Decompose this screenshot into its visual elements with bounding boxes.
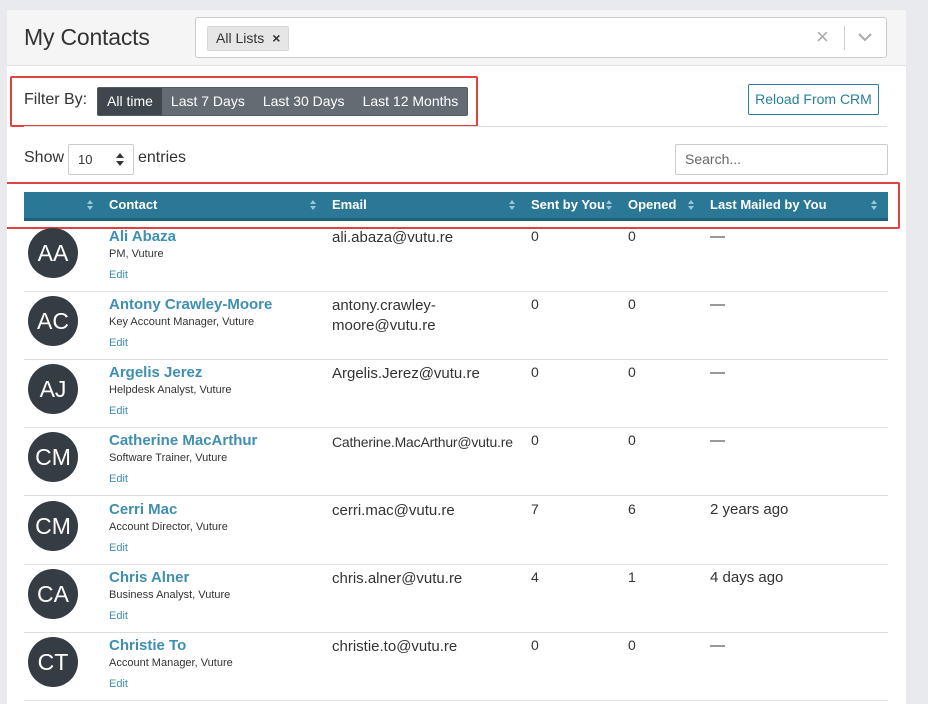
filter-label: Filter By: [24,91,88,108]
contact-name-link[interactable]: Cerri Mac [109,501,177,518]
contact-email: antony.crawley-moore@vutu.re [332,297,436,334]
contact-name-link[interactable]: Christie To [109,637,186,654]
page-title: My Contacts [24,24,150,50]
contact-role: Helpdesk Analyst, Vuture [109,384,232,396]
contact-role: Software Trainer, Vuture [109,452,228,464]
edit-link[interactable]: Edit [109,678,128,690]
column-header-sent[interactable]: Sent by You [531,192,605,218]
clear-selection-icon[interactable]: × [816,24,829,50]
opened-count: 0 [628,364,636,380]
last-mailed: — [710,432,725,449]
sent-count: 0 [531,296,539,312]
edit-link[interactable]: Edit [109,337,128,349]
edit-link[interactable]: Edit [109,473,128,485]
list-select[interactable]: All Lists × × [195,17,887,58]
table-row: CT Christie To Account Manager, Vuture E… [24,633,888,701]
sort-icon[interactable] [310,200,316,210]
column-header-opened[interactable]: Opened [628,192,676,218]
last-mailed: — [710,637,725,654]
filter-last-30-days-button[interactable]: Last 30 Days [254,88,354,115]
divider [24,126,887,127]
contact-name-link[interactable]: Antony Crawley-Moore [109,296,272,313]
sent-count: 7 [531,501,539,517]
avatar: AC [28,296,78,346]
panel-header: My Contacts All Lists × × [7,10,906,66]
contact-name-link[interactable]: Catherine MacArthur [109,432,257,449]
column-header-email[interactable]: Email [332,192,367,218]
edit-link[interactable]: Edit [109,405,128,417]
sort-icon[interactable] [871,200,877,210]
chip-remove-icon[interactable]: × [272,30,280,46]
last-mailed: — [710,228,725,245]
contact-email: chris.alner@vutu.re [332,570,463,587]
last-mailed: 4 days ago [710,569,784,586]
avatar: CA [28,569,78,619]
contact-email: Catherine.MacArthur@vutu.re [332,434,513,450]
chevron-down-icon[interactable] [856,28,874,46]
contact-name-link[interactable]: Argelis Jerez [109,364,202,381]
select-separator [844,26,845,50]
column-header-last-mailed[interactable]: Last Mailed by You [710,192,827,218]
opened-count: 0 [628,228,636,244]
contact-role: Account Manager, Vuture [109,657,233,669]
sent-count: 0 [531,637,539,653]
opened-count: 0 [628,296,636,312]
entries-label: entries [138,149,187,166]
sent-count: 0 [531,432,539,448]
show-label: Show [24,149,65,166]
avatar: AJ [28,364,78,414]
contact-role: Account Director, Vuture [109,521,228,533]
contact-role: PM, Vuture [109,248,164,260]
table-row: AA Ali Abaza PM, Vuture Edit ali.abaza@v… [24,224,888,292]
table-row: CA Chris Alner Business Analyst, Vuture … [24,565,888,633]
sort-icon[interactable] [509,200,515,210]
contact-role: Business Analyst, Vuture [109,589,231,601]
time-filter-group: All time Last 7 Days Last 30 Days Last 1… [97,87,469,116]
entries-select[interactable]: 10 [68,144,134,175]
avatar: CT [28,637,78,687]
entries-value: 10 [78,152,93,167]
table-row: AJ Argelis Jerez Helpdesk Analyst, Vutur… [24,360,888,428]
filter-last-12-months-button[interactable]: Last 12 Months [354,88,468,115]
sent-count: 0 [531,228,539,244]
contacts-panel: My Contacts All Lists × × Filter By: All … [7,10,906,704]
table-row: CM Cerri Mac Account Director, Vuture Ed… [24,497,888,565]
contact-email: Argelis.Jerez@vutu.re [332,365,480,382]
opened-count: 1 [628,569,636,585]
avatar: CM [28,501,78,551]
contact-role: Key Account Manager, Vuture [109,316,255,328]
sort-icon[interactable] [688,200,694,210]
opened-count: 0 [628,637,636,653]
avatar: AA [28,228,78,278]
table-header: Contact Email Sent by You Opened Last Ma… [24,192,888,221]
edit-link[interactable]: Edit [109,269,128,281]
search-input[interactable]: Search... [675,144,888,175]
sort-updown-icon [116,153,124,166]
filter-last-7-days-button[interactable]: Last 7 Days [162,88,254,115]
contact-email: christie.to@vutu.re [332,638,458,655]
filter-all-time-button[interactable]: All time [98,88,162,115]
table-row: AC Antony Crawley-Moore Key Account Mana… [24,292,888,360]
edit-link[interactable]: Edit [109,610,128,622]
contact-email: cerri.mac@vutu.re [332,502,455,519]
list-chip: All Lists × [207,26,290,51]
avatar: CM [28,432,78,482]
last-mailed: 2 years ago [710,501,789,518]
table-row: CM Catherine MacArthur Software Trainer,… [24,428,888,496]
opened-count: 0 [628,432,636,448]
contact-name-link[interactable]: Chris Alner [109,569,189,586]
last-mailed: — [710,364,725,381]
reload-from-crm-button[interactable]: Reload From CRM [748,84,879,115]
column-header-contact[interactable]: Contact [109,192,157,218]
last-mailed: — [710,296,725,313]
contact-email: ali.abaza@vutu.re [332,229,454,246]
contact-name-link[interactable]: Ali Abaza [109,228,176,245]
sort-icon[interactable] [606,200,612,210]
opened-count: 6 [628,501,636,517]
sent-count: 4 [531,569,539,585]
edit-link[interactable]: Edit [109,542,128,554]
list-chip-label: All Lists [216,30,265,46]
sent-count: 0 [531,364,539,380]
sort-icon[interactable] [87,200,93,210]
